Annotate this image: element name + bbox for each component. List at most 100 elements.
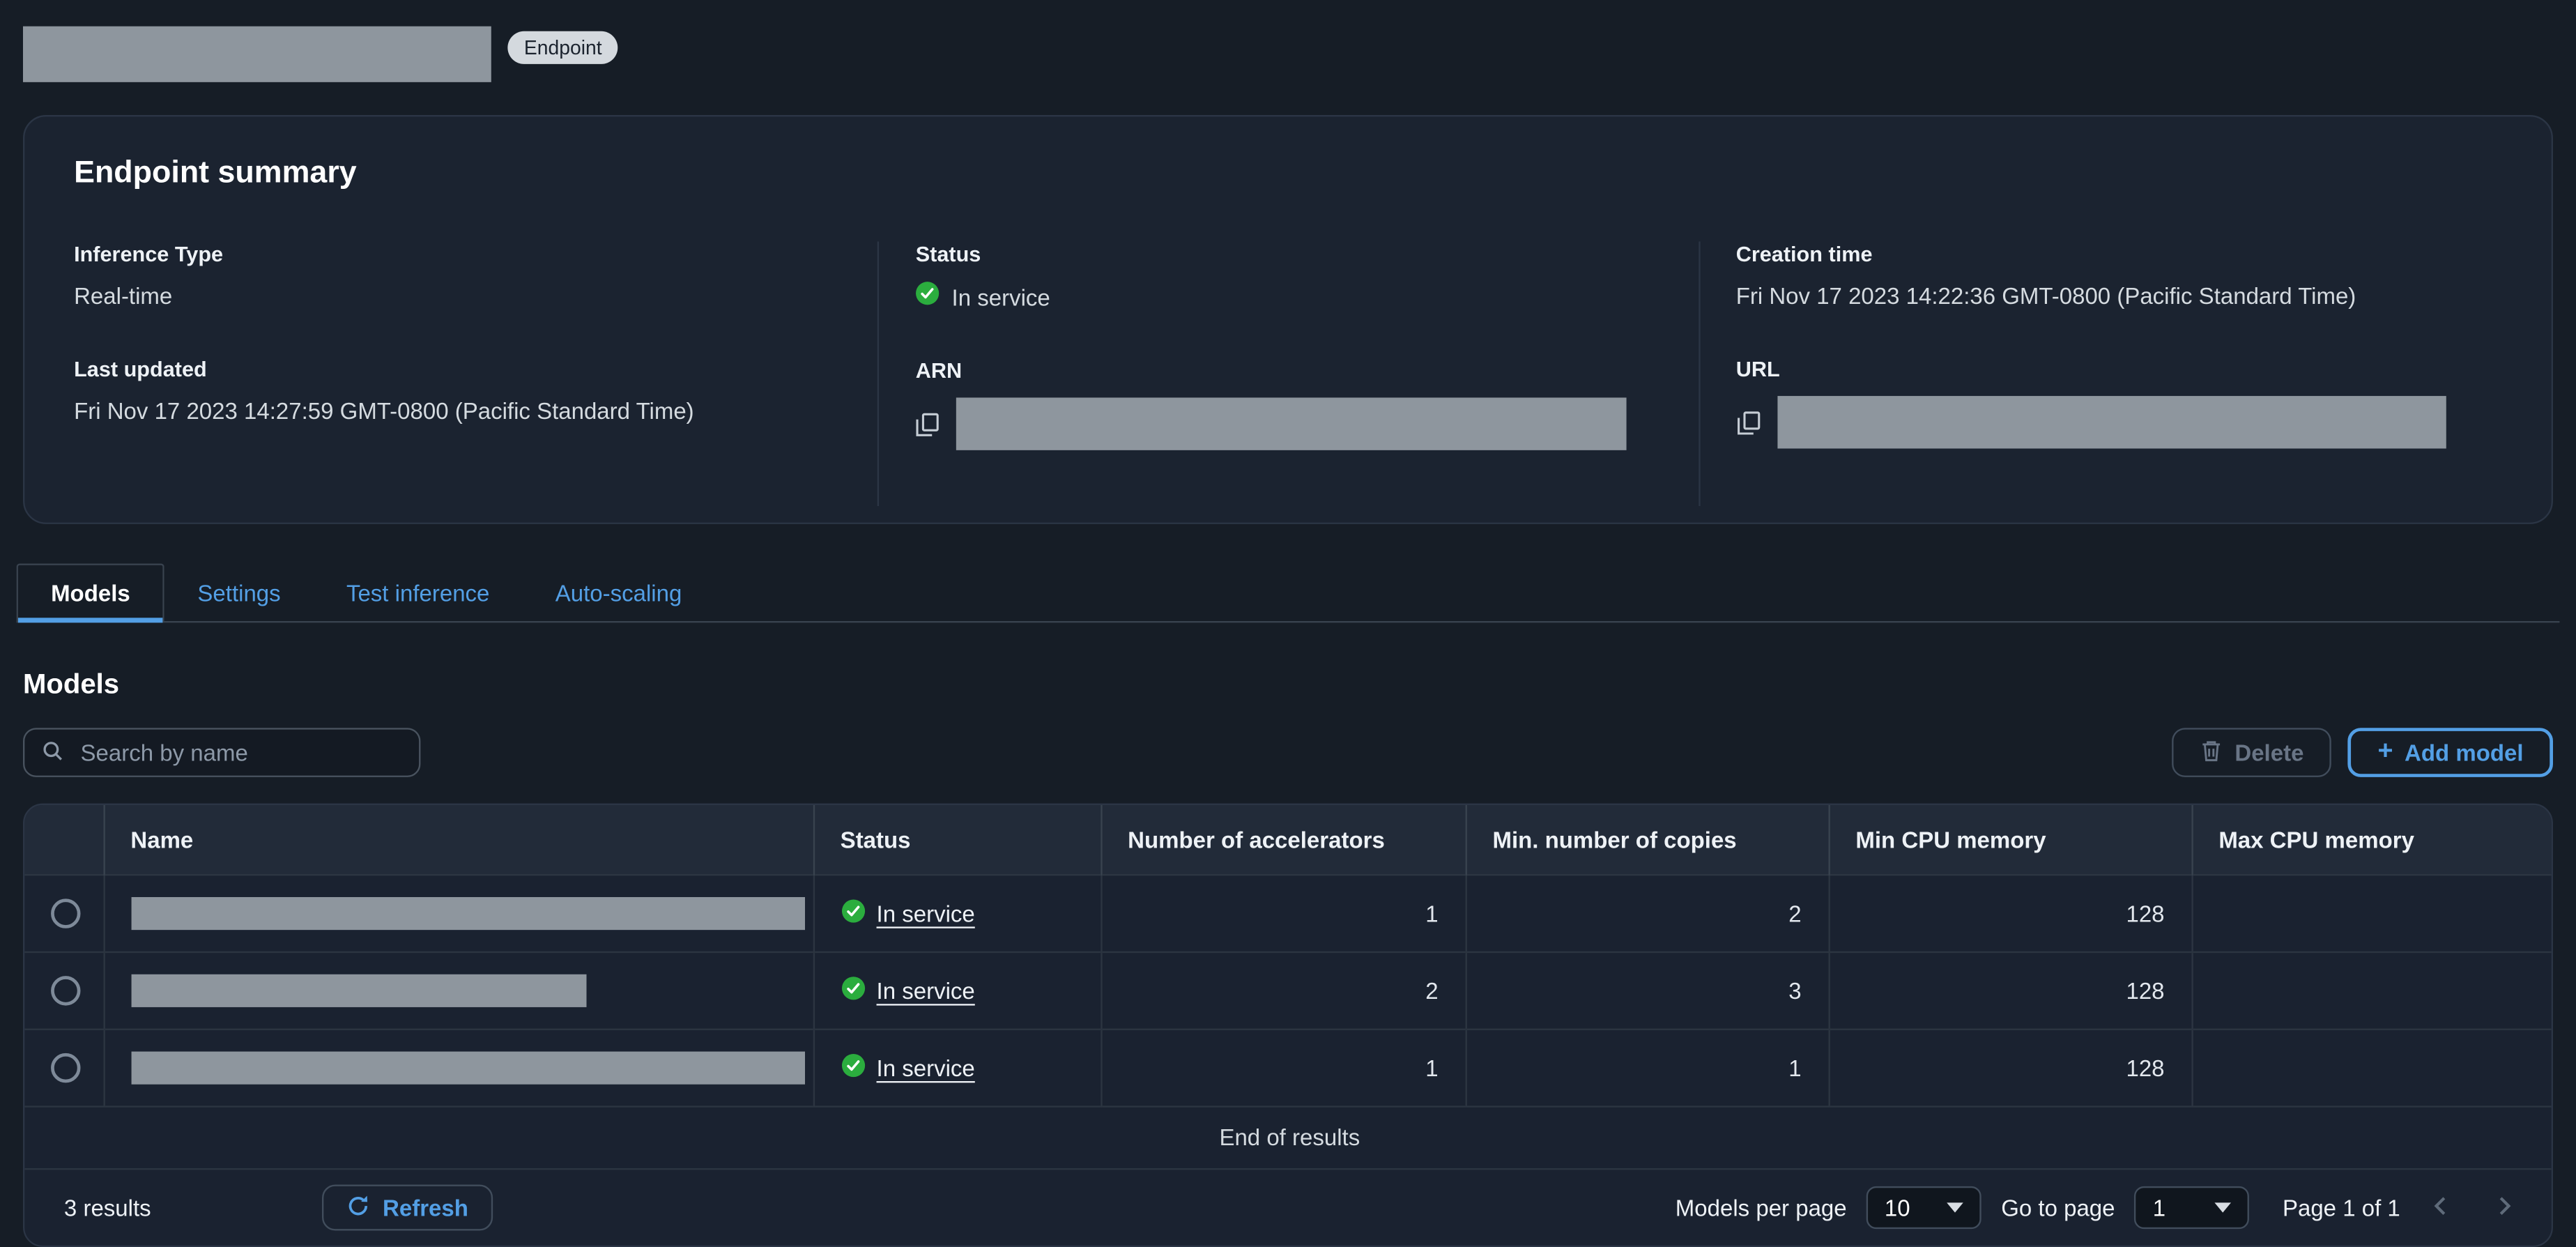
table-row: In service 1 1 128 <box>24 1027 2552 1106</box>
row-2-min-cpu: 128 <box>1827 950 2192 1029</box>
selection-column-header <box>24 805 104 874</box>
row-3-radio[interactable] <box>51 1053 81 1082</box>
field-url: URL <box>1736 357 2483 449</box>
url-value-row <box>1736 396 2483 449</box>
next-page-button[interactable] <box>2483 1191 2525 1225</box>
row-2-radio[interactable] <box>51 975 81 1005</box>
end-of-results-row: End of results <box>24 1105 2552 1168</box>
table-footer: 3 results Refresh Models per page 10 Go … <box>24 1168 2552 1246</box>
column-header-name: Name <box>102 805 813 874</box>
endpoint-name-redacted <box>23 26 491 82</box>
page-indicator: Page 1 of 1 <box>2282 1194 2400 1221</box>
plus-icon: + <box>2377 737 2393 766</box>
url-value-redacted <box>1777 396 2446 449</box>
row-1-name-redacted <box>130 896 804 929</box>
per-page-label: Models per page <box>1675 1194 1847 1221</box>
per-page-select[interactable]: 10 <box>1866 1186 1981 1230</box>
models-toolbar: Delete + Add model <box>23 728 2553 777</box>
row-1-radio[interactable] <box>51 898 81 928</box>
arn-value-redacted <box>956 397 1626 450</box>
row-2-min-copies: 3 <box>1464 950 1829 1029</box>
go-to-page-select[interactable]: 1 <box>2134 1186 2250 1230</box>
table-row: In service 2 3 128 <box>24 950 2552 1029</box>
endpoint-summary-card: Endpoint summary Inference Type Real-tim… <box>23 115 2553 524</box>
tab-models[interactable]: Models <box>16 563 165 623</box>
previous-page-button[interactable] <box>2420 1191 2462 1225</box>
caret-down-icon <box>2215 1202 2232 1213</box>
delete-button-label: Delete <box>2234 739 2304 766</box>
last-updated-label: Last updated <box>74 356 207 381</box>
row-2-status: In service <box>841 975 1074 1004</box>
field-inference-type: Inference Type Real-time <box>74 242 842 311</box>
status-ok-icon <box>916 281 940 312</box>
search-icon <box>41 739 64 767</box>
row-3-max-cpu <box>2191 1027 2552 1106</box>
column-header-min-cpu: Min CPU memory <box>1827 805 2192 874</box>
refresh-icon <box>346 1193 369 1221</box>
column-header-accelerators: Number of accelerators <box>1100 805 1466 874</box>
add-model-button[interactable]: + Add model <box>2348 728 2553 777</box>
caret-down-icon <box>1947 1202 1964 1213</box>
summary-column-1: Inference Type Real-time Last updated Fr… <box>58 242 878 507</box>
row-1-min-cpu: 128 <box>1827 873 2192 951</box>
tab-settings[interactable]: Settings <box>164 565 314 621</box>
summary-column-3: Creation time Fri Nov 17 2023 14:22:36 G… <box>1698 241 2518 506</box>
endpoint-badge: Endpoint <box>507 31 619 64</box>
column-header-status: Status <box>812 805 1101 874</box>
column-header-min-copies: Min. number of copies <box>1464 805 1829 874</box>
arn-copy-icon[interactable] <box>916 411 940 436</box>
search-input[interactable] <box>77 737 403 767</box>
row-1-status-link[interactable]: In service <box>877 900 975 926</box>
row-3-min-cpu: 128 <box>1827 1027 2192 1106</box>
inference-type-value: Real-time <box>74 282 173 309</box>
models-table-card: Name Status Number of accelerators Min. … <box>23 803 2553 1247</box>
url-copy-icon[interactable] <box>1736 410 1761 434</box>
row-1-status: In service <box>841 898 1074 927</box>
status-ok-icon <box>841 975 865 1004</box>
go-to-page-value: 1 <box>2152 1194 2166 1221</box>
page: Endpoint Endpoint summary Inference Type… <box>0 0 2576 1247</box>
status-ok-icon <box>841 898 865 927</box>
inference-type-label: Inference Type <box>74 241 224 266</box>
status-label: Status <box>915 241 981 266</box>
creation-time-value: Fri Nov 17 2023 14:22:36 GMT-0800 (Pacif… <box>1735 282 2356 309</box>
field-status: Status In service <box>916 242 1662 312</box>
refresh-button-label: Refresh <box>383 1194 468 1221</box>
tab-auto-scaling[interactable]: Auto-scaling <box>523 565 715 621</box>
search-box <box>23 728 421 777</box>
column-header-max-cpu: Max CPU memory <box>2191 805 2552 874</box>
chevron-right-icon <box>2492 1193 2515 1221</box>
row-2-status-link[interactable]: In service <box>877 977 975 1003</box>
page-header: Endpoint <box>0 0 2576 115</box>
summary-title: Endpoint summary <box>74 155 357 191</box>
trash-icon <box>2200 739 2223 767</box>
results-count: 3 results <box>63 1194 151 1221</box>
pagination-controls: Models per page 10 Go to page 1 Page 1 o… <box>1675 1186 2525 1230</box>
refresh-button[interactable]: Refresh <box>321 1184 493 1231</box>
last-updated-value: Fri Nov 17 2023 14:27:59 GMT-0800 (Pacif… <box>74 397 694 424</box>
models-heading: Models <box>23 668 120 701</box>
url-label: URL <box>1735 356 1780 381</box>
summary-column-2: Status In service ARN <box>877 241 1698 506</box>
chevron-left-icon <box>2430 1193 2453 1221</box>
table-header-row: Name Status Number of accelerators Min. … <box>24 805 2552 874</box>
row-1-max-cpu <box>2191 873 2552 951</box>
row-2-max-cpu <box>2191 950 2552 1029</box>
status-ok-icon <box>841 1053 865 1082</box>
table-row: In service 1 2 128 <box>24 873 2552 951</box>
row-3-status: In service <box>841 1053 1074 1082</box>
status-value: In service <box>916 281 1662 312</box>
row-1-min-copies: 2 <box>1464 873 1829 951</box>
field-last-updated: Last updated Fri Nov 17 2023 14:27:59 GM… <box>74 357 842 426</box>
delete-button[interactable]: Delete <box>2172 728 2332 777</box>
go-to-page-label: Go to page <box>2001 1194 2115 1221</box>
add-model-button-label: Add model <box>2405 739 2524 766</box>
status-text: In service <box>951 283 1050 310</box>
row-3-status-link[interactable]: In service <box>877 1054 975 1080</box>
creation-time-label: Creation time <box>1735 241 1873 266</box>
row-3-min-copies: 1 <box>1464 1027 1829 1106</box>
row-3-accelerators: 1 <box>1100 1027 1466 1106</box>
row-2-accelerators: 2 <box>1100 950 1466 1029</box>
arn-label: ARN <box>915 358 963 383</box>
tab-test-inference[interactable]: Test inference <box>314 565 523 621</box>
